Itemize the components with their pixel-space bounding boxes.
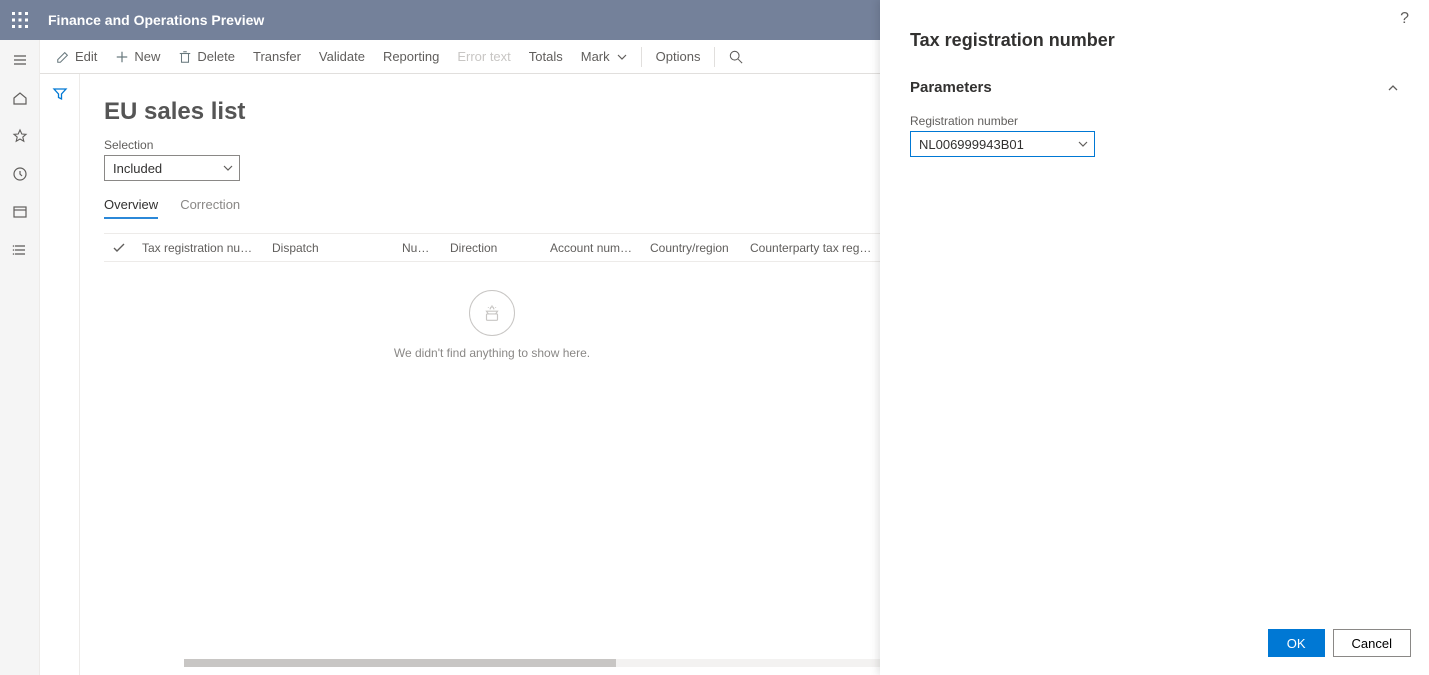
page-title: EU sales list xyxy=(104,98,880,126)
scrollbar-thumb[interactable] xyxy=(184,659,616,667)
check-icon xyxy=(113,242,125,254)
column-tax-registration[interactable]: Tax registration number xyxy=(134,241,264,255)
grid-header: Tax registration number Dispatch Number … xyxy=(104,234,880,262)
section-title: Parameters xyxy=(910,79,992,96)
column-direction[interactable]: Direction xyxy=(442,241,542,255)
tab-overview[interactable]: Overview xyxy=(104,197,158,219)
edit-button[interactable]: Edit xyxy=(48,43,105,70)
cancel-button[interactable]: Cancel xyxy=(1333,629,1411,657)
workspaces-icon[interactable] xyxy=(10,202,30,222)
empty-state: We didn't find anything to show here. xyxy=(104,262,880,360)
chevron-up-icon xyxy=(1387,82,1399,94)
modules-icon[interactable] xyxy=(10,240,30,260)
selection-field: Selection Included xyxy=(104,138,880,181)
mark-label: Mark xyxy=(581,49,610,64)
registration-value: NL006999943B01 xyxy=(919,137,1024,152)
horizontal-scrollbar[interactable] xyxy=(184,659,880,667)
validate-button[interactable]: Validate xyxy=(311,43,373,70)
recent-icon[interactable] xyxy=(10,164,30,184)
validate-label: Validate xyxy=(319,49,365,64)
toolbar-separator xyxy=(641,47,642,67)
mark-button[interactable]: Mark xyxy=(573,43,635,70)
column-select-all[interactable] xyxy=(104,242,134,254)
selection-label: Selection xyxy=(104,138,880,152)
toolbar-separator xyxy=(714,47,715,67)
app-launcher-icon[interactable] xyxy=(0,0,40,40)
trash-icon xyxy=(178,50,192,64)
reporting-button[interactable]: Reporting xyxy=(375,43,447,70)
column-country[interactable]: Country/region xyxy=(642,241,742,255)
column-number[interactable]: Number xyxy=(394,241,442,255)
transfer-label: Transfer xyxy=(253,49,301,64)
new-button[interactable]: New xyxy=(107,43,168,70)
search-icon xyxy=(729,50,743,64)
totals-label: Totals xyxy=(529,49,563,64)
toolbar-search-button[interactable] xyxy=(721,44,751,70)
panel-footer: OK Cancel xyxy=(880,615,1429,675)
chevron-down-icon xyxy=(617,52,627,62)
filter-rail xyxy=(40,74,80,675)
side-panel: ? Tax registration number Parameters Reg… xyxy=(880,0,1429,675)
error-text-button: Error text xyxy=(449,43,518,70)
app-title: Finance and Operations Preview xyxy=(48,12,264,28)
column-dispatch[interactable]: Dispatch xyxy=(264,241,394,255)
empty-message: We didn't find anything to show here. xyxy=(104,346,880,360)
panel-section-parameters: Parameters Registration number NL0069999… xyxy=(880,69,1429,157)
selection-dropdown[interactable]: Included xyxy=(104,155,240,181)
chevron-down-icon xyxy=(1078,139,1088,149)
home-icon[interactable] xyxy=(10,88,30,108)
registration-dropdown[interactable]: NL006999943B01 xyxy=(910,131,1095,157)
empty-plant-icon xyxy=(469,290,515,336)
selection-value: Included xyxy=(113,161,162,176)
error-text-label: Error text xyxy=(457,49,510,64)
favorites-icon[interactable] xyxy=(10,126,30,146)
edit-label: Edit xyxy=(75,49,97,64)
ok-button[interactable]: OK xyxy=(1268,629,1325,657)
section-header-parameters[interactable]: Parameters xyxy=(910,69,1399,106)
panel-title: Tax registration number xyxy=(880,0,1429,69)
registration-label: Registration number xyxy=(910,114,1399,128)
options-label: Options xyxy=(656,49,701,64)
filter-icon[interactable] xyxy=(52,86,68,105)
totals-button[interactable]: Totals xyxy=(521,43,571,70)
new-label: New xyxy=(134,49,160,64)
chevron-down-icon xyxy=(223,163,233,173)
transfer-button[interactable]: Transfer xyxy=(245,43,309,70)
tabs: Overview Correction xyxy=(104,197,880,219)
main-content: EU sales list Selection Included Overvie… xyxy=(80,74,880,675)
data-grid: Tax registration number Dispatch Number … xyxy=(104,233,880,360)
column-account[interactable]: Account number xyxy=(542,241,642,255)
options-button[interactable]: Options xyxy=(648,43,709,70)
reporting-label: Reporting xyxy=(383,49,439,64)
tab-correction[interactable]: Correction xyxy=(180,197,240,219)
nav-menu-icon[interactable] xyxy=(10,50,30,70)
column-counterparty[interactable]: Counterparty tax registration xyxy=(742,241,880,255)
pencil-icon xyxy=(56,50,70,64)
delete-button[interactable]: Delete xyxy=(170,43,243,70)
plus-icon xyxy=(115,50,129,64)
delete-label: Delete xyxy=(197,49,235,64)
left-rail xyxy=(0,40,40,675)
help-icon[interactable]: ? xyxy=(1400,10,1409,28)
